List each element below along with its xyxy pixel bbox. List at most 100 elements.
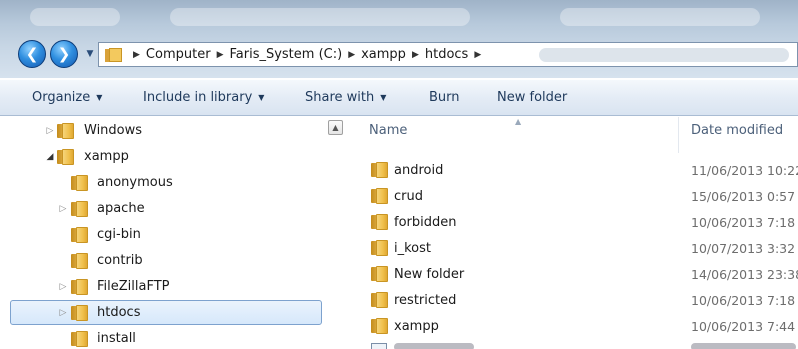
folder-icon: [71, 305, 89, 321]
folder-icon: [371, 292, 389, 308]
burn-button[interactable]: Burn: [429, 90, 460, 105]
file-date: 14/06/2013 23:38: [691, 267, 798, 282]
folder-icon: [71, 201, 89, 217]
folder-icon: [371, 318, 389, 334]
cut-off-file-name: [394, 343, 474, 349]
folder-icon: [71, 227, 89, 243]
organize-menu[interactable]: Organize ▼: [32, 90, 102, 105]
scroll-up-button[interactable]: ▲: [328, 120, 343, 135]
breadcrumb-separator-icon[interactable]: ▶: [133, 50, 140, 60]
chevron-down-icon: ▼: [258, 93, 265, 102]
file-row[interactable]: forbidden 10/06/2013 7:18: [352, 209, 798, 235]
tree-item-filezillaftp[interactable]: ▷ FileZillaFTP: [0, 274, 330, 300]
include-in-library-label: Include in library: [143, 90, 253, 105]
folder-icon: [371, 188, 389, 204]
back-button[interactable]: ❮: [18, 40, 46, 68]
collapse-arrow-icon[interactable]: ◢: [45, 152, 55, 162]
tree-item-label: Windows: [84, 123, 143, 138]
tree-item-label: apache: [97, 201, 145, 216]
folder-icon: [71, 331, 89, 347]
folder-icon: [71, 175, 89, 191]
column-header-date-modified[interactable]: Date modified: [691, 123, 783, 138]
breadcrumb-xampp[interactable]: xampp: [361, 47, 406, 62]
column-divider[interactable]: [678, 117, 679, 153]
tree-item-label: htdocs: [97, 305, 141, 320]
folder-icon: [105, 47, 123, 62]
folder-icon: [371, 214, 389, 230]
breadcrumb-separator-icon[interactable]: ▶: [412, 50, 419, 60]
tree-item-htdocs[interactable]: ▷ htdocs: [0, 300, 330, 326]
chevron-down-icon: ▼: [96, 93, 103, 102]
file-name: android: [394, 163, 444, 178]
file-date: 11/06/2013 10:22: [691, 163, 798, 178]
tree-item-label: cgi-bin: [97, 227, 141, 242]
file-row[interactable]: crud 15/06/2013 0:57: [352, 183, 798, 209]
forward-button[interactable]: ❯: [50, 40, 78, 68]
blurred-title: [30, 8, 120, 26]
folder-icon: [57, 149, 75, 165]
expand-arrow-icon[interactable]: ▷: [58, 204, 68, 214]
tree-item-windows[interactable]: ▷ Windows: [0, 118, 330, 144]
tree-item-label: FileZillaFTP: [97, 279, 170, 294]
chevron-down-icon: ▼: [380, 93, 387, 102]
tree-item-cgi-bin[interactable]: cgi-bin: [0, 222, 330, 248]
tree-item-label: install: [97, 331, 136, 346]
folder-icon: [71, 253, 89, 269]
file-name: xampp: [394, 319, 439, 334]
file-row[interactable]: restricted 10/06/2013 7:18: [352, 287, 798, 313]
expand-arrow-icon[interactable]: ▷: [45, 126, 55, 136]
column-header-name[interactable]: Name: [369, 123, 407, 138]
sort-ascending-icon: ▲: [515, 117, 522, 126]
address-bar[interactable]: ▶ Computer ▶ Faris_System (C:) ▶ xampp ▶…: [98, 42, 798, 67]
tree-item-label: xampp: [84, 149, 129, 164]
share-with-menu[interactable]: Share with ▼: [305, 90, 386, 105]
back-arrow-icon: ❮: [25, 44, 39, 63]
file-row[interactable]: i_kost 10/07/2013 3:32: [352, 235, 798, 261]
file-name: New folder: [394, 267, 465, 282]
file-date: 10/07/2013 3:32: [691, 241, 796, 256]
breadcrumb-htdocs[interactable]: htdocs: [425, 47, 468, 62]
file-date: 10/06/2013 7:44: [691, 319, 796, 334]
document-icon: [371, 343, 387, 349]
command-bar: Organize ▼ Include in library ▼ Share wi…: [0, 80, 798, 116]
folder-icon: [71, 279, 89, 295]
file-row[interactable]: New folder 14/06/2013 23:38: [352, 261, 798, 287]
folder-icon: [371, 240, 389, 256]
blurred-address-tail: [539, 47, 789, 62]
file-row[interactable]: xampp 10/06/2013 7:44: [352, 313, 798, 339]
forward-arrow-icon: ❯: [57, 44, 71, 63]
file-list-pane[interactable]: ▲ Name Date modified android 11/06/2013 …: [352, 117, 798, 349]
tree-item-xampp[interactable]: ◢ xampp: [0, 144, 330, 170]
file-name: crud: [394, 189, 423, 204]
share-with-label: Share with: [305, 90, 375, 105]
new-folder-label: New folder: [497, 90, 568, 105]
expand-arrow-icon[interactable]: ▷: [58, 282, 68, 292]
chevron-down-icon: ▼: [86, 49, 94, 59]
blurred-title-text: [170, 8, 470, 26]
burn-label: Burn: [429, 90, 460, 105]
organize-label: Organize: [32, 90, 91, 105]
tree-item-apache[interactable]: ▷ apache: [0, 196, 330, 222]
file-row[interactable]: android 11/06/2013 10:22: [352, 157, 798, 183]
selection-highlight: [10, 300, 322, 325]
navigation-pane[interactable]: ▷ Windows ◢ xampp anonymous ▷ apache cgi…: [0, 117, 345, 349]
breadcrumb-separator-icon[interactable]: ▶: [348, 50, 355, 60]
breadcrumb-separator-icon[interactable]: ▶: [217, 50, 224, 60]
tree-item-install[interactable]: install: [0, 326, 330, 349]
breadcrumb-computer[interactable]: Computer: [146, 47, 211, 62]
expand-arrow-icon[interactable]: ▷: [58, 308, 68, 318]
window-titlebar: ❮ ❯ ▼ ▶ Computer ▶ Faris_System (C:) ▶ x…: [0, 0, 798, 78]
folder-icon: [371, 266, 389, 282]
recent-pages-dropdown[interactable]: ▼: [84, 48, 96, 60]
include-in-library-menu[interactable]: Include in library ▼: [143, 90, 264, 105]
breadcrumb-drive[interactable]: Faris_System (C:): [229, 47, 342, 62]
tree-item-anonymous[interactable]: anonymous: [0, 170, 330, 196]
new-folder-button[interactable]: New folder: [497, 90, 567, 105]
folder-icon: [57, 123, 75, 139]
tree-item-label: anonymous: [97, 175, 173, 190]
blurred-window-controls: [560, 8, 760, 26]
breadcrumb-separator-icon[interactable]: ▶: [474, 50, 481, 60]
file-date: 15/06/2013 0:57: [691, 189, 796, 204]
tree-item-contrib[interactable]: contrib: [0, 248, 330, 274]
file-date: 10/06/2013 7:18: [691, 215, 796, 230]
